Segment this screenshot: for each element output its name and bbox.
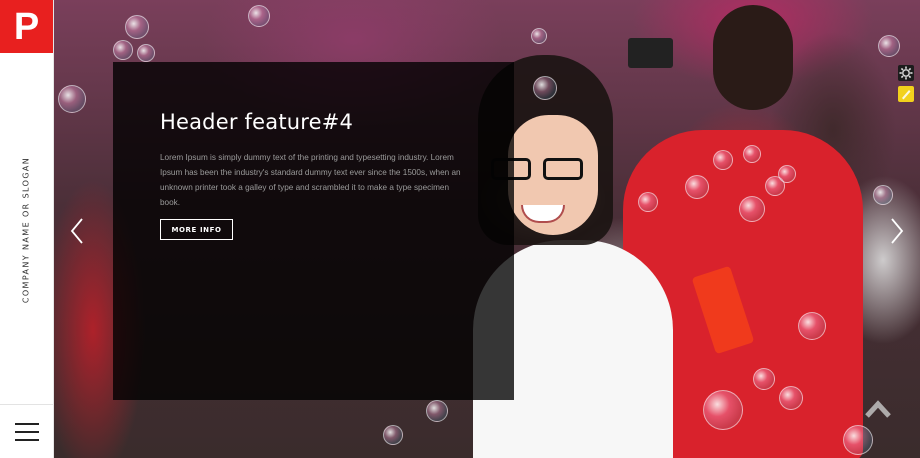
chevron-right-icon[interactable] — [886, 216, 906, 246]
bubble-decoration — [778, 165, 796, 183]
bubble-decoration — [878, 35, 900, 57]
bubble-decoration — [779, 386, 803, 410]
company-slogan: COMPANY NAME OR SLOGAN — [21, 156, 31, 304]
bubble-decoration — [531, 28, 547, 44]
bubble-decoration — [58, 85, 86, 113]
gear-icon[interactable] — [898, 65, 914, 81]
header-feature-panel: Header feature#4 Lorem Ipsum is simply d… — [113, 62, 514, 400]
brand-logo[interactable]: P — [0, 0, 53, 53]
page: P COMPANY NAME OR SLOGAN Header feature#… — [0, 0, 920, 458]
bubble-decoration — [125, 15, 149, 39]
bubble-decoration — [713, 150, 733, 170]
left-sidebar: P COMPANY NAME OR SLOGAN — [0, 0, 54, 458]
hamburger-menu-icon[interactable] — [15, 421, 39, 443]
bubble-decoration — [743, 145, 761, 163]
bubble-decoration — [739, 196, 765, 222]
bubble-decoration — [383, 425, 403, 445]
bubble-decoration — [638, 192, 658, 212]
feature-title: Header feature#4 — [160, 110, 354, 134]
feature-description: Lorem Ipsum is simply dummy text of the … — [160, 153, 461, 207]
bubble-decoration — [703, 390, 743, 430]
logo-letter: P — [13, 5, 40, 48]
bubble-decoration — [685, 175, 709, 199]
bubble-decoration — [843, 425, 873, 455]
bubble-decoration — [753, 368, 775, 390]
chevron-up-icon[interactable] — [864, 398, 892, 420]
more-info-button[interactable]: MORE INFO — [160, 219, 233, 240]
bubble-decoration — [137, 44, 155, 62]
bubble-decoration — [798, 312, 826, 340]
bubble-decoration — [426, 400, 448, 422]
chevron-left-icon[interactable] — [68, 216, 88, 246]
bubble-decoration — [248, 5, 270, 27]
bubble-decoration — [873, 185, 893, 205]
hero-photo-person — [713, 5, 793, 110]
bubble-decoration — [113, 40, 133, 60]
bubble-decoration — [533, 76, 557, 100]
color-swatch-icon[interactable] — [898, 86, 914, 102]
sidebar-divider — [0, 404, 53, 405]
